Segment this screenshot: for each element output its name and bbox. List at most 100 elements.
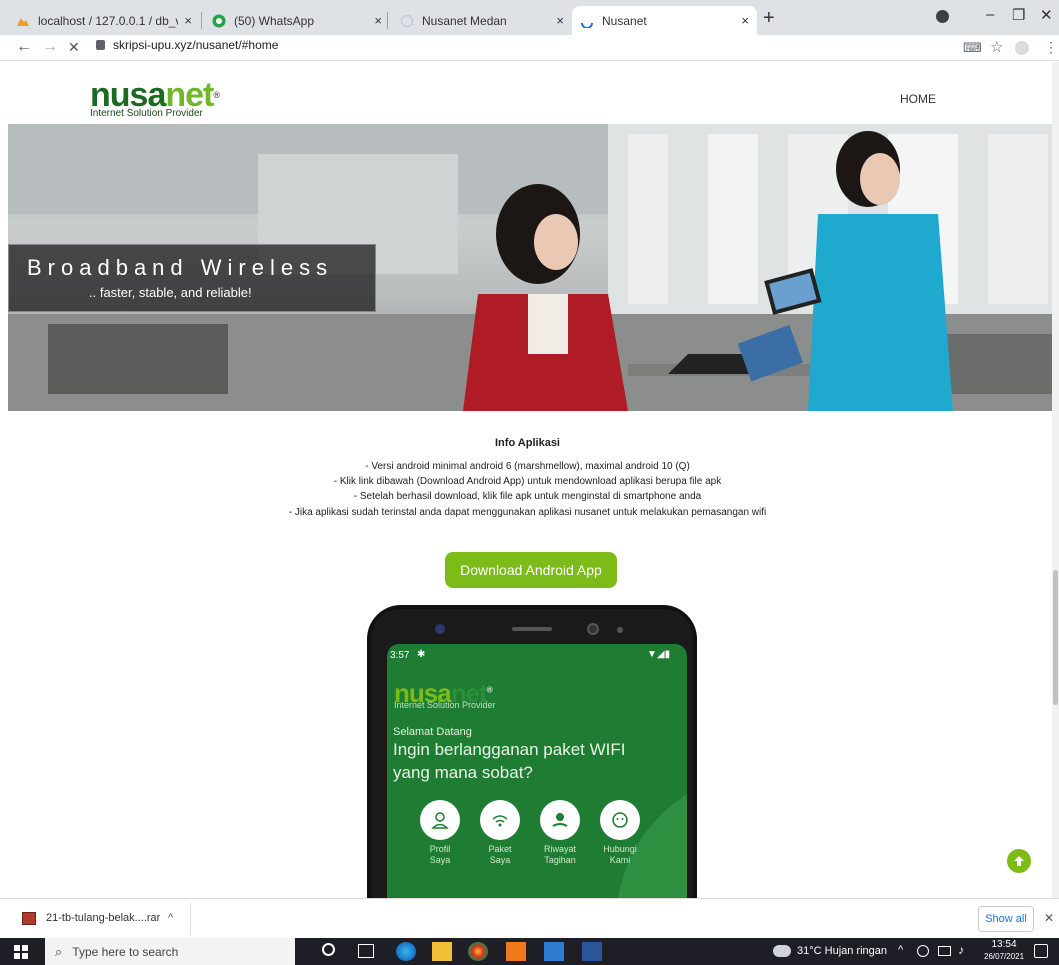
loading-spinner-icon — [580, 14, 594, 29]
scrollbar-thumb[interactable] — [1053, 570, 1058, 705]
tab-label: Nusanet — [602, 13, 647, 28]
hero-title: Broadband Wireless — [27, 255, 334, 280]
sensor-icon — [587, 623, 599, 635]
phone-screen: 3:57 ✱ ▼◢▮ nusanet® Internet Solution Pr… — [387, 644, 687, 898]
download-filename[interactable]: 21-tb-tulang-belak....rar — [46, 912, 160, 924]
address-bar-row: ← → ✕ skripsi-upu.xyz/nusanet/#home ⌨ ☆ … — [0, 35, 1059, 61]
search-placeholder: Type here to search — [72, 944, 179, 959]
url-text: skripsi-upu.xyz/nusanet/#home — [113, 38, 279, 52]
arrow-up-icon — [1014, 856, 1024, 866]
url-field[interactable]: skripsi-upu.xyz/nusanet/#home — [96, 38, 278, 52]
menu-label-riwayat-tagihan: Riwayat Tagihan — [543, 844, 576, 865]
nav-home-link[interactable]: HOME — [900, 92, 936, 106]
sensor-dot-icon — [617, 627, 623, 633]
profile-icon[interactable] — [420, 800, 460, 840]
tab-separator — [387, 12, 388, 29]
hero-caption: Broadband Wireless .. faster, stable, an… — [8, 244, 376, 312]
cortana-icon[interactable] — [322, 943, 335, 956]
contact-us-icon[interactable] — [600, 800, 640, 840]
scroll-to-top-button[interactable] — [1007, 849, 1031, 873]
file-explorer-icon[interactable] — [432, 942, 452, 961]
search-icon: ⌕ — [55, 943, 63, 959]
tab-label: (50) WhatsApp — [234, 13, 315, 28]
signal-battery-icon: ▼◢▮ — [647, 649, 671, 660]
divider — [190, 903, 191, 935]
task-view-icon[interactable] — [358, 944, 374, 958]
network-icon[interactable] — [938, 946, 951, 956]
tab-label: localhost / 127.0.0.1 / db_vikor_b — [38, 13, 178, 28]
bookmark-star-icon[interactable]: ☆ — [990, 38, 1003, 56]
windows-taskbar: ⌕ Type here to search 31°C Hujan ringan … — [0, 938, 1059, 965]
lock-icon — [96, 40, 105, 50]
hero-banner-image: Broadband Wireless .. faster, stable, an… — [8, 124, 1054, 411]
volume-icon[interactable]: ♪ — [958, 943, 964, 957]
notification-center-icon[interactable] — [1034, 944, 1048, 958]
new-tab-button[interactable]: + — [763, 7, 775, 30]
tab-close-icon[interactable]: × — [556, 13, 564, 28]
weather-text[interactable]: 31°C Hujan ringan — [797, 945, 887, 957]
phone-headline-line2: yang mana sobat? — [393, 763, 533, 782]
download-android-app-button[interactable]: Download Android App — [445, 552, 617, 588]
info-title: Info Aplikasi — [495, 437, 560, 449]
browser-menu-icon[interactable]: ⋮ — [1044, 39, 1058, 56]
phpmyadmin-icon — [16, 14, 30, 28]
logo-tagline: Internet Solution Provider — [90, 108, 203, 119]
tab-label: Nusanet Medan — [422, 13, 507, 28]
tab-separator — [201, 12, 202, 29]
tab-phpmyadmin[interactable]: localhost / 127.0.0.1 / db_vikor_b × — [8, 6, 200, 35]
tab-nusanet[interactable]: Nusanet × — [572, 6, 757, 35]
info-line: - Versi android minimal android 6 (marsh… — [365, 461, 690, 472]
show-all-button[interactable]: Show all — [978, 906, 1034, 932]
menu-label-paket-saya: Paket Saya — [488, 844, 512, 865]
forward-button[interactable]: → — [42, 38, 58, 56]
phone-greeting: Selamat Datang — [393, 726, 472, 738]
translate-icon[interactable]: ⌨ — [963, 40, 982, 56]
vscode-icon[interactable] — [544, 942, 564, 961]
tab-whatsapp[interactable]: (50) WhatsApp × — [204, 6, 390, 35]
profile-status-icon[interactable] — [936, 10, 949, 23]
profile-avatar-icon[interactable] — [1015, 41, 1029, 55]
wifi-icon[interactable] — [480, 800, 520, 840]
download-bar: 21-tb-tulang-belak....rar ^ Show all ✕ — [0, 898, 1059, 938]
chevron-up-icon[interactable]: ^ — [168, 912, 173, 924]
close-download-bar-button[interactable]: ✕ — [1044, 911, 1054, 925]
loading-spinner-icon — [400, 14, 414, 28]
info-line: - Setelah berhasil download, klik file a… — [353, 491, 702, 502]
menu-label-hubungi-kami: Hubungi Kami — [603, 844, 637, 865]
tray-chevron-icon[interactable]: ^ — [898, 944, 903, 956]
phone-logo-tagline: Internet Solution Provider — [394, 700, 496, 710]
close-window-button[interactable]: ✕ — [1040, 6, 1053, 24]
tray-onedrive-icon[interactable] — [917, 945, 929, 957]
front-camera-icon — [435, 624, 445, 634]
logo-registered-mark: ® — [213, 90, 220, 100]
weather-cloud-icon — [773, 945, 791, 957]
page-scrollbar[interactable] — [1052, 62, 1059, 898]
word-icon[interactable] — [582, 942, 602, 961]
tab-close-icon[interactable]: × — [741, 13, 749, 28]
tab-close-icon[interactable]: × — [184, 13, 192, 28]
back-button[interactable]: ← — [16, 38, 32, 56]
menu-label-profil-saya: Profil Saya — [429, 844, 451, 865]
tab-close-icon[interactable]: × — [374, 13, 382, 28]
tab-nusanet-medan[interactable]: Nusanet Medan × — [392, 6, 572, 35]
taskbar-search-box[interactable]: ⌕ Type here to search — [45, 938, 295, 965]
billing-history-icon[interactable] — [540, 800, 580, 840]
site-logo[interactable]: nusanet® Internet Solution Provider — [90, 78, 220, 119]
web-page: nusanet® Internet Solution Provider HOME — [0, 62, 1055, 898]
phone-headline-line1: Ingin berlangganan paket WIFI — [393, 740, 626, 759]
chrome-icon[interactable] — [468, 942, 488, 961]
windows-start-icon[interactable] — [14, 945, 28, 959]
xampp-icon[interactable] — [506, 942, 526, 961]
clock-date: 26/07/2021 — [984, 952, 1025, 961]
phone-logo-registered-mark: ® — [486, 685, 493, 695]
phone-status-time: 3:57 — [390, 650, 410, 661]
restore-button[interactable]: ❐ — [1012, 6, 1025, 24]
minimize-button[interactable]: – — [986, 6, 994, 23]
hero-subtitle: .. faster, stable, and reliable! — [89, 285, 252, 300]
edge-browser-icon[interactable] — [396, 942, 416, 961]
clock[interactable]: 13:54 26/07/2021 — [984, 939, 1024, 963]
clock-time: 13:54 — [991, 939, 1017, 950]
speaker-grille — [512, 627, 552, 631]
whatsapp-icon — [212, 14, 226, 28]
stop-loading-button[interactable]: ✕ — [68, 39, 80, 56]
